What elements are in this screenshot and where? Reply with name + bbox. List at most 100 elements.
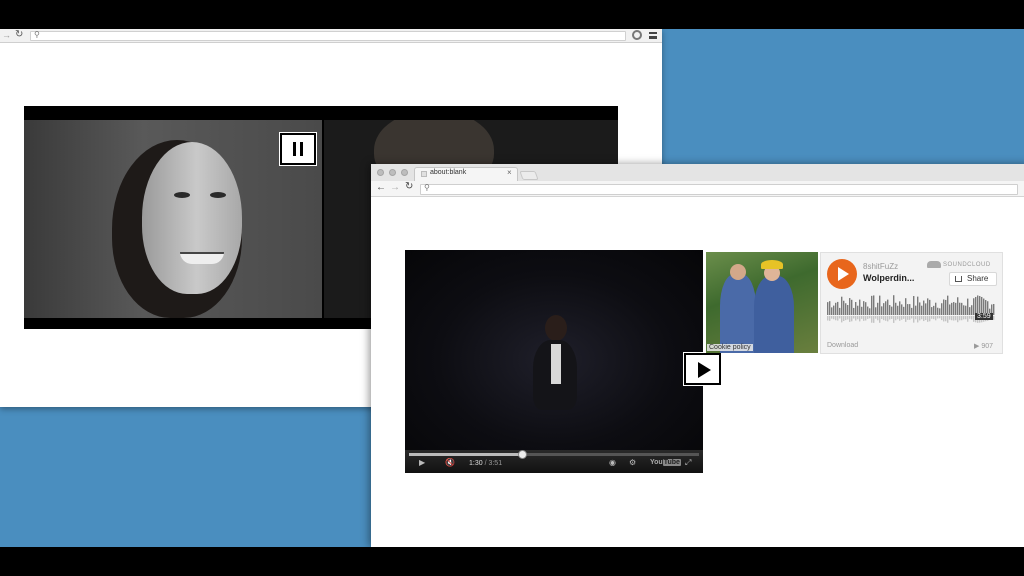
waveform-bar [895, 302, 897, 315]
waveform-reflection-bar [933, 316, 935, 320]
waveform-bar [847, 305, 849, 315]
waveform-bar [959, 302, 961, 315]
time-display: 1:30 / 3:51 [469, 460, 502, 467]
extension-icon[interactable] [632, 30, 642, 40]
waveform-bar [845, 303, 847, 315]
play-icon[interactable]: ▶ [419, 458, 425, 467]
time-current: 1:30 [469, 460, 483, 467]
eye-right [210, 192, 226, 198]
forward-arrow-icon[interactable]: → [390, 182, 400, 193]
waveform-reflection-bar [953, 316, 955, 321]
video-frame-dancer [405, 250, 703, 450]
waveform-reflection-bar [915, 316, 917, 320]
waveform-reflection-bar [949, 316, 951, 320]
waveform-reflection-bar [899, 316, 901, 321]
captions-icon[interactable]: ◉ [609, 458, 616, 467]
waveform-bar [859, 299, 861, 315]
waveform-reflection-bar [873, 316, 875, 323]
address-bar[interactable]: ⚲ [420, 183, 1018, 195]
waveform-bar [851, 299, 853, 315]
waveform-bar [969, 307, 971, 315]
cookie-policy-link[interactable]: Cookie policy [707, 344, 753, 351]
waveform-reflection-bar [927, 316, 929, 322]
waveform-bar [923, 300, 925, 315]
pause-button[interactable] [280, 133, 316, 165]
waveform-reflection-bar [917, 316, 919, 323]
soundcloud-brand[interactable]: SOUNDCLOUD [943, 262, 991, 268]
waveform-bar [993, 303, 995, 315]
waveform-reflection-bar [893, 316, 895, 323]
track-duration: 3:59 [975, 313, 993, 320]
smile-shape [180, 252, 224, 264]
waveform-reflection-bar [829, 316, 831, 321]
waveform-reflection-bar [919, 316, 921, 321]
waveform-reflection-bar [931, 316, 933, 319]
play-button-overlay[interactable] [684, 353, 721, 385]
waveform-reflection-bar [951, 316, 953, 321]
waveform-reflection-bar [967, 316, 969, 322]
waveform-bar [913, 296, 915, 315]
mute-icon[interactable]: 🔇 [445, 458, 455, 467]
waveform-bar [965, 305, 967, 315]
waveform-reflection-bar [957, 316, 959, 323]
waveform-reflection-bar [905, 316, 907, 322]
window-zoom-button[interactable] [401, 169, 408, 176]
waveform-bar [865, 302, 867, 315]
window-close-button[interactable] [377, 169, 384, 176]
waveform-reflection-bar [833, 316, 835, 320]
new-tab-button[interactable] [519, 171, 539, 180]
waveform-reflection-bar [943, 316, 945, 322]
waveform-bar [871, 295, 873, 315]
share-button[interactable]: Share [949, 272, 997, 286]
waveform-reflection-bar [947, 316, 949, 323]
waveform-bar [931, 307, 933, 315]
progress-bar[interactable] [409, 450, 699, 459]
waveform-reflection-bar [891, 316, 893, 319]
track-title[interactable]: Wolperdin... [863, 273, 914, 283]
settings-gear-icon[interactable]: ⚙ [629, 458, 636, 467]
waveform-reflection-bar [859, 316, 861, 322]
waveform-bar [921, 305, 923, 315]
photo-two-men[interactable]: Cookie policy [706, 252, 818, 353]
download-link[interactable]: Download [827, 342, 858, 349]
back-arrow-icon[interactable]: ← [376, 182, 386, 193]
youtube-player[interactable]: ▶ 🔇 1:30 / 3:51 ◉ ⚙ YouTube ⤢ [405, 250, 703, 473]
waveform-reflection-bar [907, 316, 909, 320]
tab-close-icon[interactable]: × [507, 168, 512, 177]
head-left [730, 264, 746, 280]
waveform-reflection-bar [963, 316, 965, 320]
waveform-bar [837, 301, 839, 315]
waveform-reflection-bar [941, 316, 943, 321]
tab-title: about:blank [430, 169, 467, 176]
reload-icon[interactable]: ↻ [405, 181, 413, 192]
share-icon [955, 276, 962, 282]
waveform-bar [893, 295, 895, 315]
browser-window-front[interactable]: about:blank × ← → ↻ ⚲ ▶ 🔇 1:30 / 3:51 ◉ … [371, 164, 1024, 547]
waveform-bar [937, 307, 939, 315]
waveform-reflection-bar [937, 316, 939, 319]
reload-icon[interactable]: ↻ [15, 29, 23, 40]
fullscreen-icon[interactable]: ⤢ [685, 458, 691, 468]
tab-about-blank[interactable]: about:blank × [414, 167, 518, 181]
waveform-bar [917, 296, 919, 315]
share-label: Share [967, 274, 989, 283]
soundcloud-play-button[interactable] [827, 259, 857, 289]
window-minimize-button[interactable] [389, 169, 396, 176]
waveform-bar [905, 298, 907, 315]
waveform-reflection-bar [875, 316, 877, 319]
waveform-bar [925, 303, 927, 315]
youtube-logo[interactable]: YouTube [650, 459, 681, 466]
eye-left [174, 192, 190, 198]
artist-name[interactable]: 8shitFuZz [863, 262, 898, 271]
hamburger-menu-icon[interactable] [649, 32, 657, 39]
waveform-reflection-bar [853, 316, 855, 319]
soundcloud-widget[interactable]: 8shitFuZz Wolperdin... SOUNDCLOUD Share … [820, 252, 1003, 354]
address-bar[interactable]: ⚲ [30, 30, 626, 41]
progress-fill [409, 453, 523, 456]
waveform[interactable] [827, 295, 995, 325]
forward-arrow-icon[interactable]: → [2, 30, 11, 40]
waveform-bar [909, 304, 911, 315]
search-icon: ⚲ [424, 183, 430, 192]
play-count: ▶ 907 [974, 343, 994, 350]
waveform-bar [897, 305, 899, 315]
